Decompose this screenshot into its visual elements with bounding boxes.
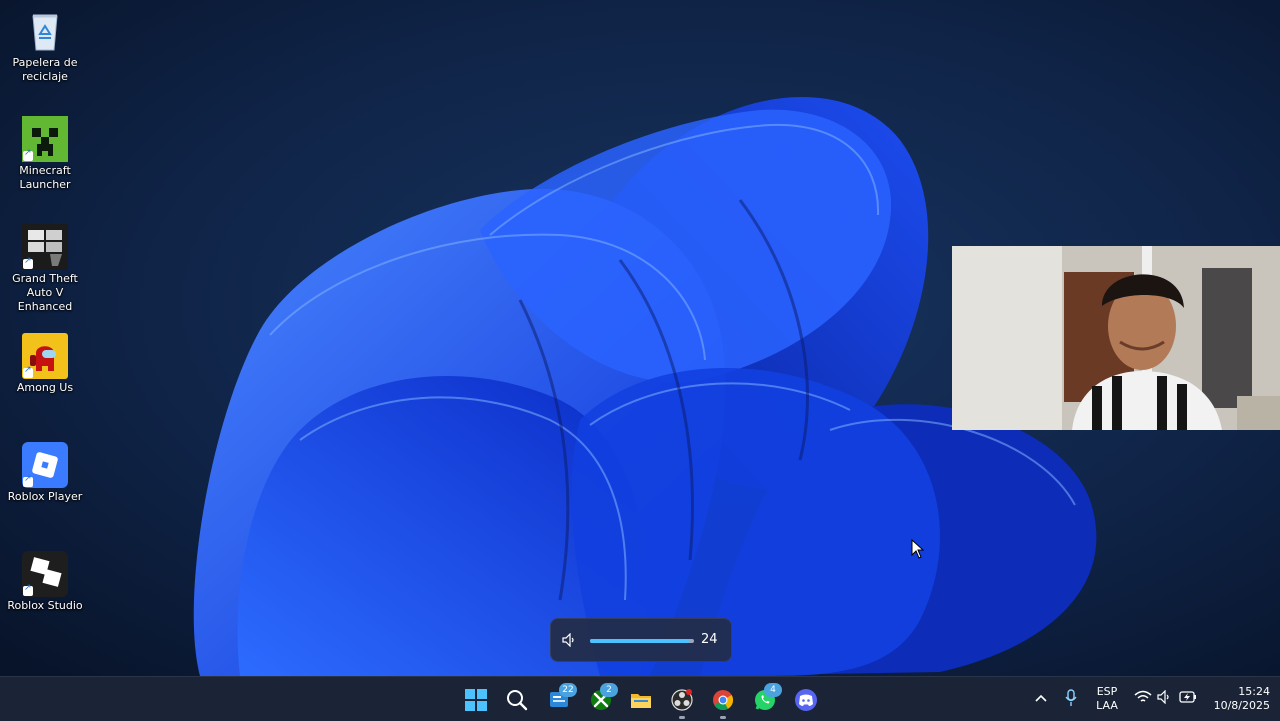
speaker-icon[interactable] bbox=[561, 633, 577, 647]
search-icon bbox=[507, 690, 528, 711]
chevron-up-icon[interactable] bbox=[1034, 693, 1048, 703]
desktop-icon-label: Minecraft Launcher bbox=[19, 164, 71, 191]
desktop-icon-label: Roblox Studio bbox=[7, 599, 83, 612]
desktop-icon-gta-v[interactable]: Grand Theft Auto V Enhanced bbox=[0, 224, 90, 314]
whatsapp-badge: 4 bbox=[764, 683, 782, 697]
language-code: ESP bbox=[1096, 685, 1118, 698]
language-indicator[interactable]: ESP LAA bbox=[1090, 685, 1124, 713]
among-us-icon bbox=[22, 333, 68, 379]
microphone-icon[interactable] bbox=[1064, 689, 1078, 707]
chrome-icon bbox=[713, 690, 734, 711]
minecraft-creeper-icon bbox=[22, 116, 68, 162]
volume-slider[interactable] bbox=[590, 639, 694, 643]
shortcut-arrow-icon bbox=[23, 148, 33, 161]
shortcut-arrow-icon bbox=[23, 583, 33, 596]
obs-icon bbox=[671, 689, 693, 711]
start-button[interactable] bbox=[459, 683, 493, 717]
discord-button[interactable] bbox=[789, 683, 823, 717]
running-indicator bbox=[679, 716, 685, 719]
xbox-badge: 2 bbox=[600, 683, 618, 697]
clock-date: 10/8/2025 bbox=[1213, 699, 1270, 712]
file-explorer-button[interactable] bbox=[624, 683, 658, 717]
widgets-badge: 22 bbox=[559, 683, 577, 697]
shortcut-arrow-icon bbox=[23, 256, 33, 269]
taskbar: 22 2 4 ESP LAA 15:24 10/8/2025 bbox=[0, 676, 1280, 721]
desktop-icon-among-us[interactable]: Among Us bbox=[0, 333, 90, 395]
volume-flyout: 24 bbox=[550, 618, 732, 662]
webcam-overlay bbox=[952, 246, 1280, 430]
shortcut-arrow-icon bbox=[23, 474, 33, 487]
volume-slider-fill bbox=[590, 639, 689, 643]
volume-icon[interactable] bbox=[1156, 690, 1172, 704]
chrome-button[interactable] bbox=[706, 683, 740, 719]
recycle-bin-icon bbox=[22, 8, 68, 54]
keyboard-layout-code: LAA bbox=[1096, 699, 1118, 712]
roblox-player-icon bbox=[22, 442, 68, 488]
desktop-icon-label: Roblox Player bbox=[7, 490, 83, 503]
whatsapp-button[interactable]: 4 bbox=[748, 683, 782, 717]
desktop-icon-label: Papelera de reciclaje bbox=[12, 56, 78, 83]
folder-icon bbox=[631, 694, 651, 708]
wifi-icon[interactable] bbox=[1134, 690, 1152, 704]
desktop-icon-minecraft-launcher[interactable]: Minecraft Launcher bbox=[0, 116, 90, 192]
desktop-icon-recycle-bin[interactable]: Papelera de reciclaje bbox=[0, 8, 90, 84]
widgets-button[interactable]: 22 bbox=[543, 683, 577, 717]
obs-button[interactable] bbox=[665, 683, 699, 719]
running-indicator bbox=[720, 716, 726, 719]
roblox-studio-icon bbox=[22, 551, 68, 597]
desktop-icon-roblox-studio[interactable]: Roblox Studio bbox=[0, 551, 90, 613]
desktop-icon-roblox-player[interactable]: Roblox Player bbox=[0, 442, 90, 504]
gta-v-icon bbox=[22, 224, 68, 270]
desktop-icon-label: Among Us bbox=[16, 381, 74, 394]
battery-charging-icon[interactable] bbox=[1179, 690, 1197, 704]
xbox-button[interactable]: 2 bbox=[584, 683, 618, 717]
desktop-icon-label: Grand Theft Auto V Enhanced bbox=[12, 272, 78, 313]
clock-time: 15:24 bbox=[1238, 685, 1270, 698]
clock[interactable]: 15:24 10/8/2025 bbox=[1204, 685, 1270, 713]
search-button[interactable] bbox=[500, 683, 534, 717]
shortcut-arrow-icon bbox=[23, 365, 33, 378]
volume-level-value: 24 bbox=[701, 632, 718, 647]
windows-start-icon bbox=[465, 689, 487, 711]
mouse-cursor-icon bbox=[911, 539, 925, 559]
discord-icon bbox=[795, 689, 817, 711]
